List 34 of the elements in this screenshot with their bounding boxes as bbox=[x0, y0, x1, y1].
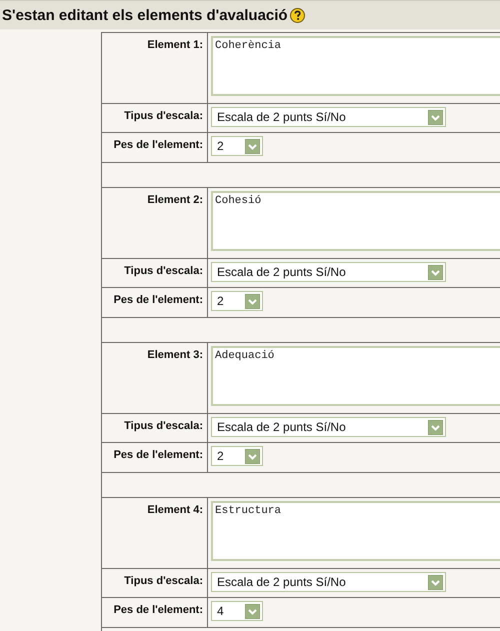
description-field[interactable]: Coherència bbox=[211, 36, 500, 96]
scale-select[interactable]: Escala de 2 punts Sí/No bbox=[211, 107, 446, 127]
dropdown-arrow-icon bbox=[428, 264, 443, 280]
dropdown-arrow-icon bbox=[245, 138, 260, 154]
weight-select[interactable]: 2 bbox=[211, 291, 263, 311]
scale-label: Tipus d'escala: bbox=[124, 574, 203, 587]
element-label: Element 2: bbox=[147, 193, 203, 206]
weight-label: Pes de l'element: bbox=[114, 603, 203, 616]
weight-select[interactable]: 2 bbox=[211, 446, 263, 466]
element-label: Element 1: bbox=[147, 38, 203, 51]
dropdown-arrow-icon bbox=[245, 448, 260, 464]
description-field[interactable]: Estructura bbox=[211, 501, 500, 561]
weight-select[interactable]: 4 bbox=[211, 601, 263, 621]
weight-label: Pes de l'element: bbox=[114, 138, 203, 151]
dropdown-arrow-icon bbox=[428, 110, 443, 124]
weight-select[interactable]: 2 bbox=[211, 136, 263, 156]
page-title: S'estan editant els elements d'avaluació bbox=[2, 6, 288, 24]
element-label: Element 4: bbox=[147, 503, 203, 516]
weight-label: Pes de l'element: bbox=[114, 448, 203, 461]
scale-label: Tipus d'escala: bbox=[124, 264, 203, 277]
dropdown-arrow-icon bbox=[428, 574, 443, 590]
scale-select[interactable]: Escala de 2 punts Sí/No bbox=[211, 572, 446, 592]
help-icon[interactable] bbox=[290, 8, 305, 22]
scale-label: Tipus d'escala: bbox=[124, 419, 203, 432]
scale-select[interactable]: Escala de 2 punts Sí/No bbox=[211, 262, 446, 282]
dropdown-arrow-icon bbox=[245, 604, 260, 618]
description-field[interactable]: Cohesió bbox=[211, 191, 500, 251]
weight-label: Pes de l'element: bbox=[114, 293, 203, 306]
element-label: Element 3: bbox=[147, 348, 203, 361]
dropdown-arrow-icon bbox=[245, 294, 260, 308]
dropdown-arrow-icon bbox=[428, 420, 443, 434]
description-field[interactable]: Adequació bbox=[211, 346, 500, 406]
scale-select[interactable]: Escala de 2 punts Sí/No bbox=[211, 417, 446, 437]
scale-label: Tipus d'escala: bbox=[124, 109, 203, 122]
